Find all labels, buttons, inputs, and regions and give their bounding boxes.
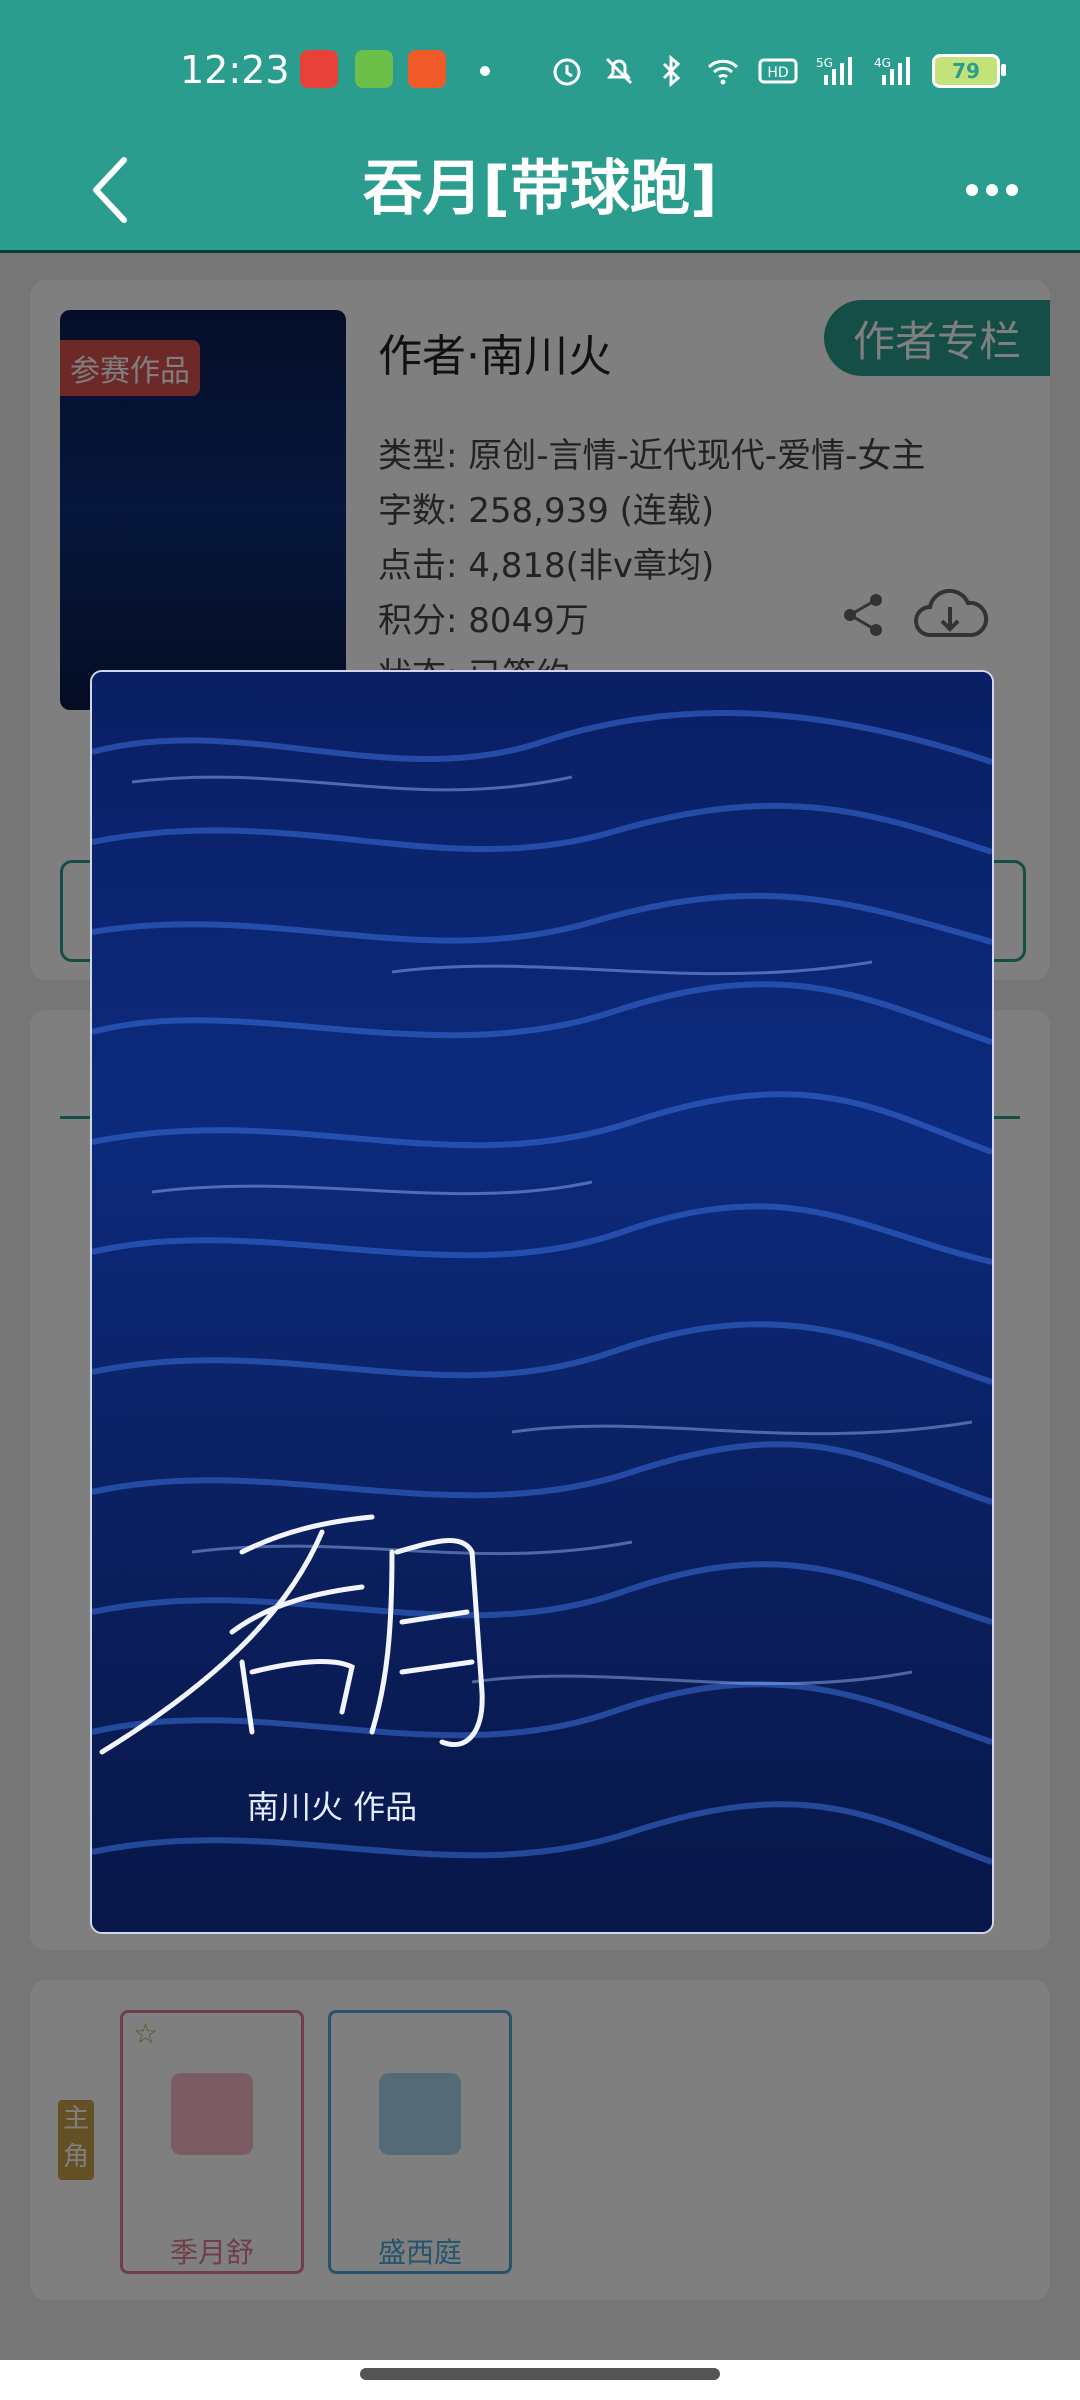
status-bar: 12:23 HD 5G 4G 79 — [0, 0, 1080, 130]
wifi-icon — [707, 59, 739, 85]
bluetooth-icon — [662, 55, 681, 87]
tool-app-icon — [408, 50, 446, 88]
signal-4g-icon: 4G — [874, 56, 910, 85]
weibo-app-icon — [300, 50, 338, 88]
battery-indicator: 79 — [932, 54, 1006, 88]
notification-dot-icon — [480, 66, 490, 76]
cover-water-art — [92, 672, 992, 1932]
gesture-area — [0, 2360, 1080, 2400]
cover-author-credit: 南川火 作品 — [247, 1788, 418, 1826]
cover-image-preview[interactable]: 南川火 作品 — [90, 670, 994, 1934]
page-title: 吞月[带球跑] — [362, 154, 718, 224]
alarm-icon — [553, 58, 581, 86]
hd-icon: HD — [758, 58, 798, 84]
status-icons: HD 5G 4G 79 — [550, 52, 1006, 90]
signal-5g-icon: 5G — [816, 56, 852, 85]
more-dots-icon[interactable] — [962, 170, 1022, 210]
mute-icon — [605, 57, 633, 85]
svg-text:5G: 5G — [816, 56, 833, 70]
top-nav-bar: 吞月[带球跑] — [0, 130, 1080, 253]
svg-text:4G: 4G — [874, 56, 891, 70]
home-indicator[interactable] — [360, 2368, 720, 2380]
status-time: 12:23 — [180, 48, 290, 92]
shopping-app-icon — [355, 50, 393, 88]
svg-text:HD: HD — [767, 65, 788, 81]
